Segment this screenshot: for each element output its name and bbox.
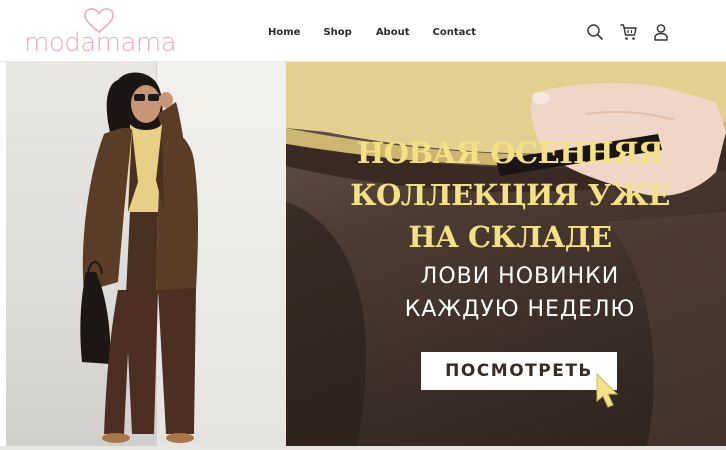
hero-subline: ЛОВИ НОВИНКИ КАЖДУЮ НЕДЕЛЮ	[330, 260, 710, 326]
headline-line-1: НОВАЯ ОСЕННЯЯ	[356, 136, 664, 170]
nav-home[interactable]: Home	[268, 26, 300, 40]
view-collection-button[interactable]: ПОСМОТРЕТЬ	[421, 352, 617, 390]
headline-line-2: КОЛЛЕКЦИЯ УЖЕ	[350, 178, 670, 212]
subline-line-1: ЛОВИ НОВИНКИ	[420, 264, 620, 289]
logo-text: modamama	[24, 28, 177, 58]
subline-line-2: КАЖДУЮ НЕДЕЛЮ	[404, 297, 636, 322]
site-header: modamama Home Shop About Contact	[0, 0, 726, 62]
headline-line-3: НА СКЛАДЕ	[408, 220, 612, 254]
nav-about[interactable]: About	[376, 26, 410, 40]
nav-contact[interactable]: Contact	[432, 26, 476, 40]
model-figure	[80, 72, 198, 443]
page-bottom-edge	[0, 446, 726, 450]
hero-headline: НОВАЯ ОСЕННЯЯ КОЛЛЕКЦИЯ УЖЕ НА СКЛАДЕ	[330, 132, 690, 258]
cart-icon[interactable]	[619, 22, 639, 42]
nav-shop[interactable]: Shop	[323, 26, 351, 40]
logo[interactable]: modamama	[24, 8, 177, 58]
search-icon[interactable]	[585, 22, 605, 42]
hero-banner: НОВАЯ ОСЕННЯЯ КОЛЛЕКЦИЯ УЖЕ НА СКЛАДЕ ЛО…	[0, 62, 726, 450]
main-nav: Home Shop About Contact	[262, 26, 476, 40]
cursor-arrow-icon	[596, 372, 619, 408]
model-photo	[6, 62, 286, 446]
user-icon[interactable]	[651, 22, 671, 42]
